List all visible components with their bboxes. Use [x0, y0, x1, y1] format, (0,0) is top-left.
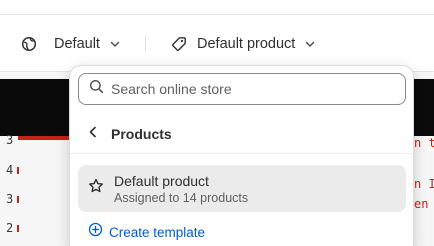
create-template-button[interactable]: Create template [88, 222, 205, 242]
create-template-label: Create template [109, 224, 206, 240]
star-icon [88, 178, 104, 199]
search-input[interactable] [111, 81, 391, 97]
preview-text: n Ip [414, 177, 434, 191]
line-count: 3 [6, 192, 20, 206]
chevron-left-icon [88, 125, 98, 143]
search-icon [89, 79, 104, 99]
line-count: 3 [6, 133, 14, 147]
template-option-subtitle: Assigned to 14 products [114, 190, 249, 205]
template-popover: Products Default product Assigned to 14 … [69, 65, 414, 246]
theme-selector[interactable]: Default [21, 15, 121, 72]
template-selector[interactable]: Default product [171, 15, 316, 72]
search-field[interactable] [78, 73, 406, 105]
section-title: Products [111, 125, 172, 142]
back-to-products-button[interactable]: Products [70, 114, 413, 154]
line-count: 4 [6, 163, 20, 177]
template-option-text: Default product Assigned to 14 products [114, 173, 248, 205]
template-option-name: Default product [114, 172, 209, 189]
line-count: 2 [6, 221, 20, 235]
theme-selector-label: Default [54, 35, 100, 52]
tag-icon [171, 36, 187, 52]
chevron-down-icon [304, 38, 316, 50]
preview-text: en [414, 197, 429, 211]
preview-text: n t [414, 136, 434, 150]
template-selector-label: Default product [197, 35, 296, 52]
globe-icon [21, 36, 37, 52]
editor-toolbar: Default Default product [0, 15, 434, 72]
template-option-default-product[interactable]: Default product Assigned to 14 products [78, 165, 406, 212]
toolbar-divider [145, 35, 146, 53]
chevron-down-icon [109, 38, 121, 50]
plus-circle-icon [88, 222, 103, 242]
